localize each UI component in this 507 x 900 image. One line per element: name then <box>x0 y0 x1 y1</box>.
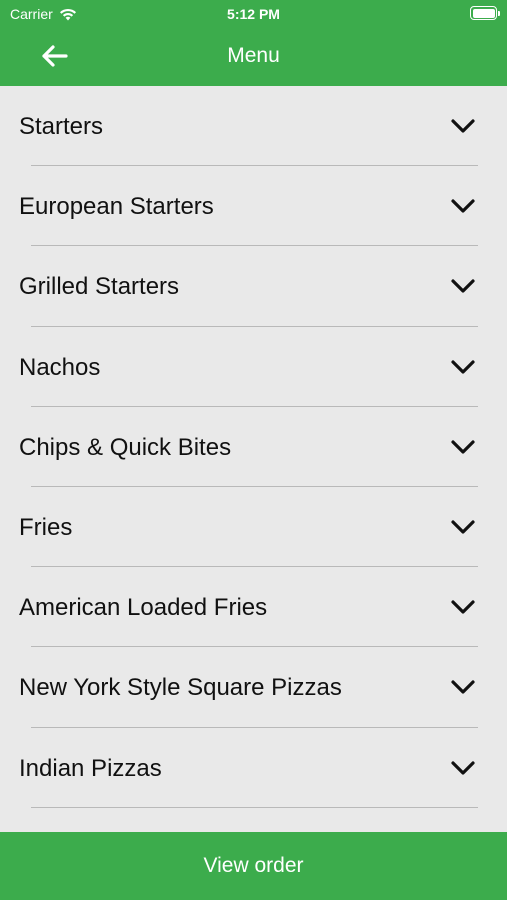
menu-category-row[interactable]: Nachos <box>0 327 507 407</box>
menu-category-label: Starters <box>19 113 104 140</box>
app: Carrier 5:12 PM Menu Starters European St… <box>0 0 507 900</box>
chevron-down-icon[interactable] <box>450 438 476 456</box>
menu-category-row[interactable]: Starters <box>0 86 507 167</box>
menu-category-label: Fries <box>19 513 73 541</box>
chevron-down-icon[interactable] <box>450 358 476 376</box>
chevron-down-icon[interactable] <box>450 598 476 616</box>
menu-category-row[interactable]: Grilled Starters <box>0 246 507 327</box>
chevron-down-icon[interactable] <box>450 277 476 295</box>
menu-category-row[interactable]: American Loaded Fries <box>0 567 507 648</box>
menu-category-label: American Loaded Fries <box>19 594 268 622</box>
battery-icon <box>470 6 500 20</box>
menu-category-label: European Starters <box>19 193 214 221</box>
top-bar: Carrier 5:12 PM Menu <box>0 0 507 86</box>
view-order-button[interactable]: View order <box>0 832 507 900</box>
chevron-down-icon[interactable] <box>450 678 476 696</box>
menu-category-label: Grilled Starters <box>19 273 180 301</box>
menu-category-list: Starters European Starters Grilled Starter… <box>0 86 507 808</box>
chevron-down-icon[interactable] <box>450 197 476 215</box>
status-time: 5:12 PM <box>227 6 280 22</box>
menu-category-label: New York Style Square Pizzas <box>19 674 342 702</box>
menu-category-row[interactable]: New York Style Square Pizzas <box>0 647 507 728</box>
chevron-down-icon[interactable] <box>450 759 476 777</box>
menu-category-row[interactable]: Indian Pizzas <box>0 728 507 808</box>
row-divider <box>31 806 478 808</box>
navigation-bar: Menu <box>0 28 507 86</box>
menu-category-row[interactable]: European Starters <box>0 166 507 247</box>
status-bar: Carrier 5:12 PM <box>0 0 507 28</box>
view-order-label: View order <box>203 854 304 877</box>
page-title: Menu <box>227 44 280 67</box>
menu-category-label: Nachos <box>19 353 101 381</box>
menu-category-row[interactable]: Fries <box>0 487 507 568</box>
menu-category-label: Chips & Quick Bites <box>19 433 232 461</box>
menu-category-row[interactable]: Chips & Quick Bites <box>0 407 507 487</box>
chevron-down-icon[interactable] <box>450 518 476 536</box>
menu-category-label: Indian Pizzas <box>19 754 162 782</box>
chevron-down-icon[interactable] <box>450 117 476 135</box>
